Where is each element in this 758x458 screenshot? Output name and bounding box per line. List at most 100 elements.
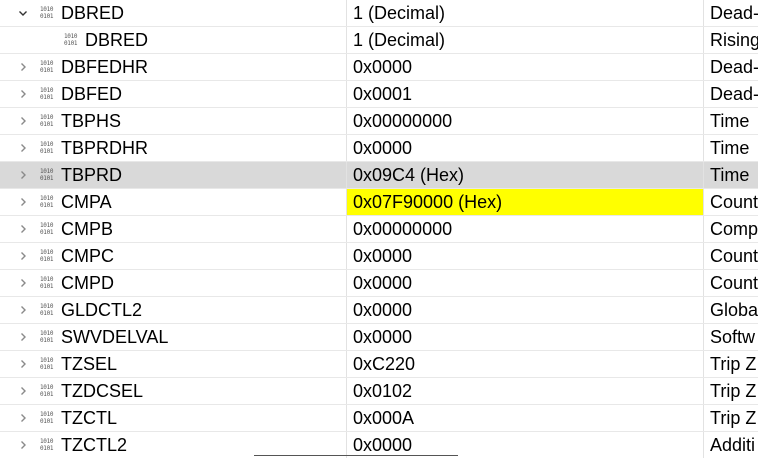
column-divider[interactable]: [346, 378, 347, 404]
column-divider[interactable]: [703, 243, 704, 269]
register-name-cell[interactable]: 1010 0101 DBFEDHR: [0, 54, 346, 80]
register-value[interactable]: 0x0000: [347, 324, 703, 350]
chevron-right-icon[interactable]: [16, 189, 30, 215]
chevron-right-icon[interactable]: [16, 405, 30, 431]
chevron-right-icon[interactable]: [16, 351, 30, 377]
register-value[interactable]: 0x0102: [347, 378, 703, 404]
column-divider[interactable]: [346, 243, 347, 269]
column-divider[interactable]: [346, 324, 347, 350]
column-divider[interactable]: [703, 108, 704, 134]
table-row[interactable]: 1010 0101 TBPHS 0x00000000 Time: [0, 108, 758, 135]
table-row[interactable]: 1010 0101 TBPRDHR 0x0000 Time: [0, 135, 758, 162]
register-name-cell[interactable]: 1010 0101 TBPHS: [0, 108, 346, 134]
column-divider[interactable]: [703, 351, 704, 377]
column-divider[interactable]: [346, 297, 347, 323]
register-value[interactable]: 0x000A: [347, 405, 703, 431]
register-name-cell[interactable]: 1010 0101 DBRED: [0, 27, 346, 53]
column-divider[interactable]: [346, 405, 347, 431]
column-divider[interactable]: [703, 162, 704, 188]
column-divider[interactable]: [703, 297, 704, 323]
column-divider[interactable]: [703, 324, 704, 350]
column-divider[interactable]: [346, 216, 347, 242]
register-value[interactable]: 1 (Decimal): [347, 0, 703, 26]
chevron-right-icon[interactable]: [16, 432, 30, 458]
column-divider[interactable]: [703, 27, 704, 53]
register-name-cell[interactable]: 1010 0101 TZCTL: [0, 405, 346, 431]
chevron-right-icon[interactable]: [16, 297, 30, 323]
column-divider[interactable]: [346, 135, 347, 161]
register-name-cell[interactable]: 1010 0101 CMPC: [0, 243, 346, 269]
chevron-right-icon[interactable]: [16, 243, 30, 269]
table-row[interactable]: 1010 0101 TBPRD 0x09C4 (Hex) Time: [0, 162, 758, 189]
chevron-down-icon[interactable]: [16, 0, 30, 26]
register-name-cell[interactable]: 1010 0101 DBRED: [0, 0, 346, 26]
register-name-cell[interactable]: 1010 0101 CMPD: [0, 270, 346, 296]
table-row[interactable]: 1010 0101 CMPB 0x00000000 Comp: [0, 216, 758, 243]
table-row[interactable]: 1010 0101 DBFEDHR 0x0000 Dead-: [0, 54, 758, 81]
register-value[interactable]: 0x00000000: [347, 108, 703, 134]
column-divider[interactable]: [346, 162, 347, 188]
column-divider[interactable]: [703, 189, 704, 215]
register-name-cell[interactable]: 1010 0101 SWVDELVAL: [0, 324, 346, 350]
column-divider[interactable]: [703, 54, 704, 80]
table-row[interactable]: 1010 0101 CMPC 0x0000 Count: [0, 243, 758, 270]
register-value[interactable]: 0x0000: [347, 243, 703, 269]
register-value[interactable]: 0x09C4 (Hex): [347, 162, 703, 188]
register-name-cell[interactable]: 1010 0101 TBPRD: [0, 162, 346, 188]
register-value[interactable]: 0x00000000: [347, 216, 703, 242]
table-row[interactable]: 1010 0101 CMPD 0x0000 Count: [0, 270, 758, 297]
column-divider[interactable]: [346, 108, 347, 134]
register-value[interactable]: 0x0000: [347, 297, 703, 323]
register-value[interactable]: 0x0000: [347, 135, 703, 161]
chevron-right-icon[interactable]: [16, 108, 30, 134]
chevron-right-icon[interactable]: [16, 324, 30, 350]
register-value[interactable]: 0xC220: [347, 351, 703, 377]
column-divider[interactable]: [346, 270, 347, 296]
register-value[interactable]: 0x0000: [347, 54, 703, 80]
register-value[interactable]: 0x07F90000 (Hex): [347, 189, 703, 215]
table-row[interactable]: 1010 0101 DBRED 1 (Decimal) Rising: [0, 27, 758, 54]
table-row[interactable]: 1010 0101 TZSEL 0xC220 Trip Z: [0, 351, 758, 378]
column-divider[interactable]: [346, 189, 347, 215]
chevron-right-icon[interactable]: [16, 54, 30, 80]
column-divider[interactable]: [346, 27, 347, 53]
register-value[interactable]: 0x0001: [347, 81, 703, 107]
table-row[interactable]: 1010 0101 TZCTL 0x000A Trip Z: [0, 405, 758, 432]
register-name-cell[interactable]: 1010 0101 GLDCTL2: [0, 297, 346, 323]
column-divider[interactable]: [703, 405, 704, 431]
register-value[interactable]: 0x0000: [347, 270, 703, 296]
chevron-right-icon[interactable]: [16, 216, 30, 242]
table-row[interactable]: 1010 0101 TZDCSEL 0x0102 Trip Z: [0, 378, 758, 405]
table-row[interactable]: 1010 0101 SWVDELVAL 0x0000 Softw: [0, 324, 758, 351]
table-row[interactable]: 1010 0101 CMPA 0x07F90000 (Hex) Count: [0, 189, 758, 216]
register-description: Time: [710, 138, 750, 158]
chevron-right-icon[interactable]: [16, 378, 30, 404]
column-divider[interactable]: [703, 0, 704, 26]
column-divider[interactable]: [703, 135, 704, 161]
register-name-cell[interactable]: 1010 0101 TZSEL: [0, 351, 346, 377]
chevron-right-icon[interactable]: [16, 81, 30, 107]
table-row[interactable]: 1010 0101 GLDCTL2 0x0000 Globa: [0, 297, 758, 324]
register-name-cell[interactable]: 1010 0101 TBPRDHR: [0, 135, 346, 161]
column-divider[interactable]: [703, 216, 704, 242]
column-divider[interactable]: [703, 378, 704, 404]
column-divider[interactable]: [703, 81, 704, 107]
table-row[interactable]: 1010 0101 DBFED 0x0001 Dead-: [0, 81, 758, 108]
table-row[interactable]: 1010 0101 DBRED 1 (Decimal) Dead-: [0, 0, 758, 27]
column-divider[interactable]: [703, 270, 704, 296]
chevron-right-icon[interactable]: [16, 270, 30, 296]
register-name-cell[interactable]: 1010 0101 CMPA: [0, 189, 346, 215]
register-name-cell[interactable]: 1010 0101 TZDCSEL: [0, 378, 346, 404]
column-divider[interactable]: [346, 0, 347, 26]
register-description: Comp: [710, 219, 758, 239]
register-name-cell[interactable]: 1010 0101 CMPB: [0, 216, 346, 242]
chevron-right-icon[interactable]: [16, 135, 30, 161]
register-value[interactable]: 1 (Decimal): [347, 27, 703, 53]
register-name-cell[interactable]: 1010 0101 DBFED: [0, 81, 346, 107]
horizontal-scrollbar[interactable]: [254, 455, 458, 456]
column-divider[interactable]: [346, 54, 347, 80]
column-divider[interactable]: [703, 432, 704, 458]
chevron-right-icon[interactable]: [16, 162, 30, 188]
column-divider[interactable]: [346, 351, 347, 377]
column-divider[interactable]: [346, 81, 347, 107]
